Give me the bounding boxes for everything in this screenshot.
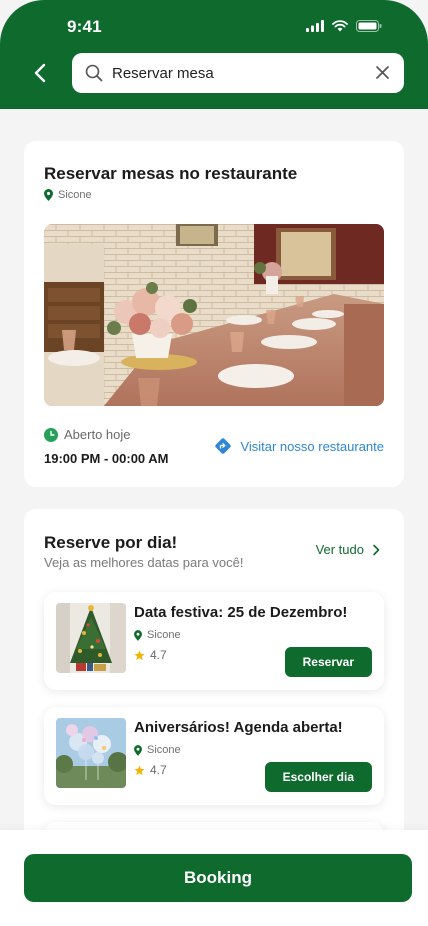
directions-icon — [215, 438, 232, 454]
event-location-label: Sicone — [147, 744, 181, 756]
battery-icon — [356, 19, 382, 37]
rating-value: 4.7 — [150, 648, 167, 662]
restaurant-location: Sicone — [44, 189, 92, 201]
event-card[interactable]: Data festiva: 25 de Dezembro! Sicone 4.7… — [44, 592, 384, 690]
reserve-button[interactable]: Reservar — [284, 647, 372, 677]
see-all-link[interactable]: Ver tudo — [316, 542, 380, 557]
event-card[interactable]: Aniversários! Agenda aberta! Sicone 4.7 … — [44, 707, 384, 805]
restaurant-card: Reservar mesas no restaurante Sicone Abe… — [24, 141, 404, 487]
restaurant-photo — [44, 224, 384, 406]
opening-hours: 19:00 PM - 00:00 AM — [44, 451, 169, 466]
location-pin-icon — [134, 629, 142, 641]
booking-button[interactable]: Booking — [24, 854, 412, 902]
visit-link-label: Visitar nosso restaurante — [240, 438, 384, 454]
location-pin-icon — [44, 189, 53, 201]
event-title: Data festiva: 25 de Dezembro! — [134, 604, 348, 621]
search-bar[interactable] — [72, 53, 404, 93]
event-location-label: Sicone — [147, 629, 181, 641]
bottom-bar: Booking — [0, 830, 428, 926]
see-all-label: Ver tudo — [315, 542, 364, 557]
status-icons — [306, 19, 382, 37]
search-input[interactable] — [112, 53, 362, 93]
status-time: 9:41 — [67, 17, 102, 36]
event-location: Sicone — [134, 629, 181, 641]
open-label: Aberto hoje — [64, 427, 131, 442]
event-rating: 4.7 — [134, 648, 167, 662]
header: 9:41 — [0, 0, 428, 109]
clock-icon — [44, 427, 58, 442]
days-title: Reserve por dia! — [44, 533, 178, 552]
event-thumbnail — [56, 603, 126, 673]
signal-icon — [306, 19, 324, 37]
star-icon — [134, 649, 145, 660]
rating-value: 4.7 — [150, 763, 167, 777]
app-screen: 9:41 Reservar mesa Reservar mesas no res… — [0, 0, 428, 926]
close-icon[interactable] — [375, 65, 390, 85]
days-subtitle: Veja as melhores datas para você! — [44, 555, 244, 570]
choose-day-button[interactable]: Escolher dia — [264, 762, 372, 792]
event-thumbnail — [56, 718, 126, 788]
location-pin-icon — [134, 744, 142, 756]
status-bar: 9:41 — [0, 0, 428, 50]
open-status: Aberto hoje — [44, 427, 131, 442]
chevron-right-icon — [373, 544, 380, 555]
search-icon — [85, 64, 103, 87]
restaurant-title: Reservar mesas no restaurante — [44, 164, 298, 183]
back-button[interactable] — [26, 59, 54, 87]
event-title: Aniversários! Agenda aberta! — [134, 719, 343, 736]
chevron-left-icon — [34, 63, 46, 83]
location-label: Sicone — [58, 189, 92, 201]
visit-restaurant-link[interactable]: Visitar nosso restaurante — [214, 437, 384, 455]
event-rating: 4.7 — [134, 763, 167, 777]
star-icon — [134, 764, 145, 775]
wifi-icon — [332, 19, 348, 37]
event-location: Sicone — [134, 744, 181, 756]
